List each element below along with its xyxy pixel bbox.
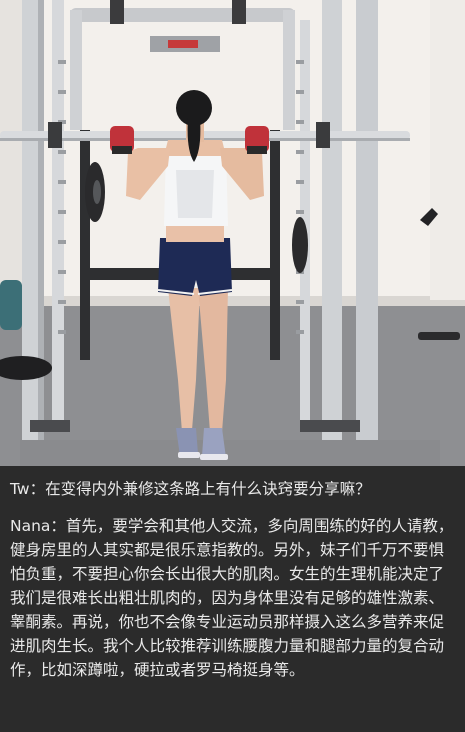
smith-machine-illustration: [0, 0, 465, 466]
gym-photo: [0, 0, 465, 466]
article-card: Tw：在变得内外兼修这条路上有什么诀窍要分享嘛？ Nana：首先，要学会和其他人…: [0, 0, 465, 732]
answer-text: Nana：首先，要学会和其他人交流，多向周围练的好的人请教，健身房里的人其实都是…: [10, 517, 454, 679]
interview-text: Tw：在变得内外兼修这条路上有什么诀窍要分享嘛？ Nana：首先，要学会和其他人…: [0, 466, 465, 732]
question-text: Tw：在变得内外兼修这条路上有什么诀窍要分享嘛？: [10, 480, 371, 498]
